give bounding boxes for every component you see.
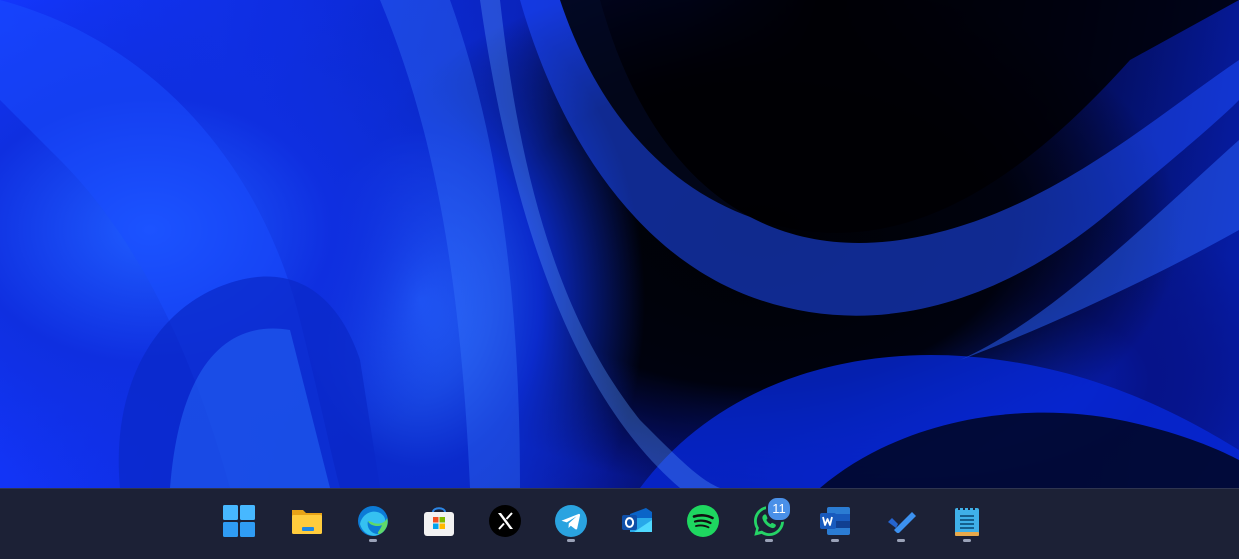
running-indicator [831,539,839,542]
taskbar-word[interactable] [809,497,861,549]
wallpaper-bloom-art [0,0,1239,488]
windows-logo-icon [222,504,256,538]
taskbar-x[interactable] [479,497,531,549]
telegram-plane-icon [554,504,588,538]
running-indicator [765,539,773,542]
taskbar-outlook[interactable] [611,497,663,549]
taskbar-microsoft-store[interactable] [413,497,465,549]
running-indicator [369,539,377,542]
store-bag-icon [422,504,456,538]
word-document-icon [818,504,852,538]
spotify-icon [686,504,720,538]
todo-checkmark-icon [884,504,918,538]
taskbar-notepad[interactable] [941,497,993,549]
taskbar-telegram[interactable] [545,497,597,549]
desktop-wallpaper [0,0,1239,488]
running-indicator [897,539,905,542]
folder-icon [290,504,324,538]
taskbar-whatsapp[interactable]: 11 [743,496,795,549]
x-logo-icon [488,504,522,538]
notepad-icon [950,504,984,538]
notification-badge: 11 [766,496,792,522]
taskbar-file-explorer[interactable] [281,497,333,549]
whatsapp-icon: 11 [752,496,792,538]
edge-browser-icon [356,504,390,538]
start-button[interactable] [213,497,265,549]
taskbar: 11 [0,488,1239,559]
taskbar-edge[interactable] [347,497,399,549]
running-indicator [963,539,971,542]
running-indicator [567,539,575,542]
taskbar-todo[interactable] [875,497,927,549]
taskbar-spotify[interactable] [677,497,729,549]
outlook-mail-icon [620,504,654,538]
